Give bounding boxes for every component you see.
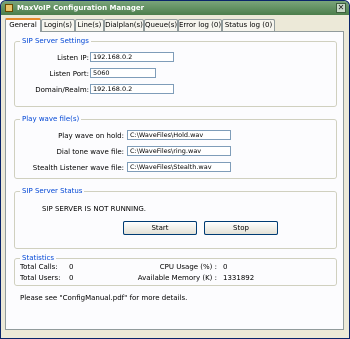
sip-settings-title: SIP Server Settings bbox=[20, 37, 91, 45]
sip-settings-group: SIP Server Settings Listen IP: 192.168.0… bbox=[14, 37, 337, 107]
domain-realm-label: Domain/Realm: bbox=[35, 86, 89, 94]
available-memory-label: Available Memory (K) : bbox=[137, 274, 217, 282]
dial-tone-wave-field[interactable]: C:\WaveFiles\ring.wav bbox=[127, 146, 231, 156]
tab-lines[interactable]: Line(s) bbox=[75, 19, 104, 31]
app-icon bbox=[5, 4, 13, 12]
available-memory-value: 1331892 bbox=[223, 274, 255, 282]
total-users-value: 0 bbox=[69, 274, 74, 282]
tab-logins[interactable]: Login(s) bbox=[41, 19, 75, 31]
on-hold-wave-field[interactable]: C:\WaveFiles\Hold.wav bbox=[127, 130, 231, 140]
tab-general[interactable]: General bbox=[5, 18, 41, 32]
total-calls-label: Total Calls: bbox=[20, 263, 58, 271]
cpu-usage-label: CPU Usage (%) : bbox=[159, 263, 217, 271]
close-icon[interactable]: ✕ bbox=[336, 3, 346, 13]
wave-files-title: Play wave file(s) bbox=[20, 115, 82, 123]
server-status-text: SIP SERVER IS NOT RUNNING. bbox=[42, 205, 146, 213]
general-panel: SIP Server Settings Listen IP: 192.168.0… bbox=[5, 31, 344, 330]
footer-note: Please see "ConfigManual.pdf" for more d… bbox=[20, 294, 188, 302]
sip-status-group: SIP Server Status SIP SERVER IS NOT RUNN… bbox=[14, 187, 337, 249]
sip-status-title: SIP Server Status bbox=[20, 187, 85, 195]
statistics-title: Statistics bbox=[20, 254, 56, 262]
on-hold-label: Play wave on hold: bbox=[58, 132, 124, 140]
config-manager-window: MaxVoIP Configuration Manager ✕ General … bbox=[0, 0, 350, 339]
domain-realm-field[interactable]: 192.168.0.2 bbox=[90, 84, 174, 94]
total-users-label: Total Users: bbox=[20, 274, 61, 282]
stealth-listener-label: Stealth Listener wave file: bbox=[32, 164, 124, 172]
tab-error-log[interactable]: Error log (0) bbox=[178, 19, 222, 31]
stealth-wave-field[interactable]: C:\WaveFiles\Stealth.wav bbox=[127, 162, 231, 172]
stop-button[interactable]: Stop bbox=[204, 221, 278, 235]
total-calls-value: 0 bbox=[69, 263, 74, 271]
tab-dialplans[interactable]: Dialplan(s) bbox=[104, 19, 144, 31]
statistics-group: Statistics Total Calls: 0 Total Users: 0… bbox=[14, 254, 337, 286]
tab-queues[interactable]: Queue(s) bbox=[144, 19, 178, 31]
listen-ip-label: Listen IP: bbox=[57, 54, 89, 62]
wave-files-group: Play wave file(s) Play wave on hold: C:\… bbox=[14, 115, 337, 179]
listen-ip-field[interactable]: 192.168.0.2 bbox=[90, 52, 174, 62]
tab-status-log[interactable]: Status log (0) bbox=[222, 19, 275, 31]
title-bar[interactable]: MaxVoIP Configuration Manager ✕ bbox=[1, 1, 349, 15]
listen-port-field[interactable]: 5060 bbox=[90, 68, 156, 78]
dial-tone-label: Dial tone wave file: bbox=[56, 148, 125, 156]
start-button[interactable]: Start bbox=[123, 221, 197, 235]
cpu-usage-value: 0 bbox=[223, 263, 228, 271]
window-title: MaxVoIP Configuration Manager bbox=[17, 4, 145, 12]
listen-port-label: Listen Port: bbox=[49, 70, 89, 78]
